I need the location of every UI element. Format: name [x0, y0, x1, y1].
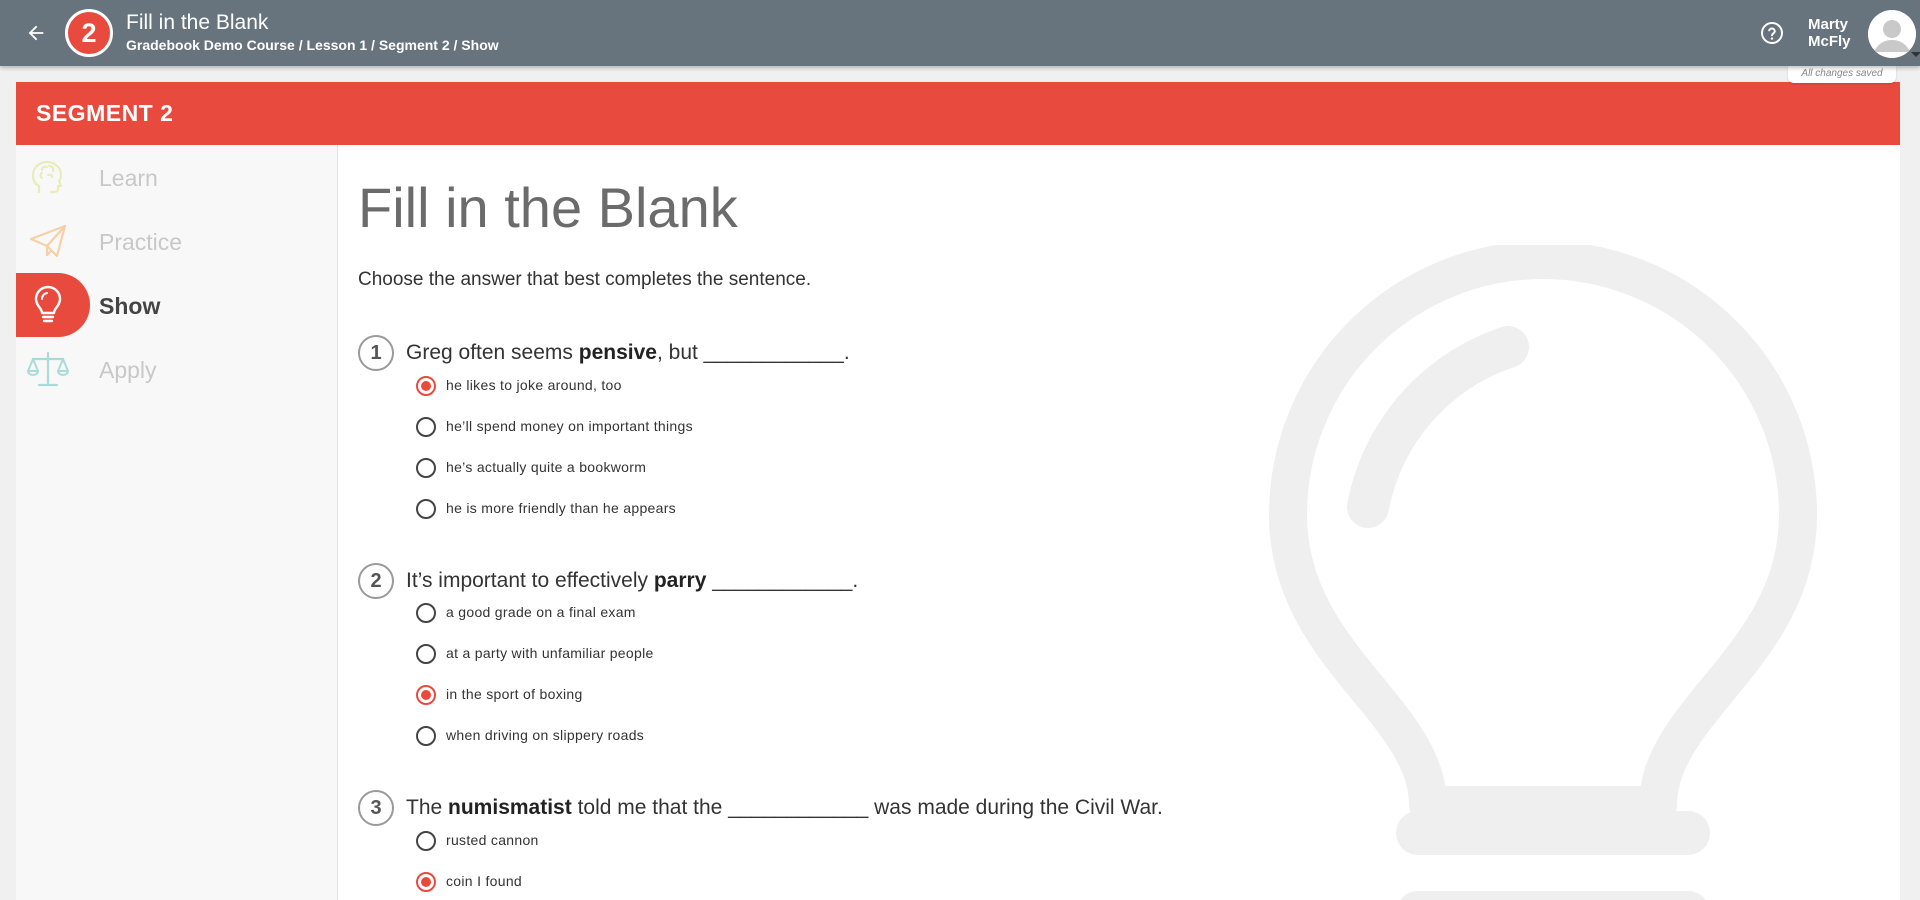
- instructions: Choose the answer that best completes th…: [358, 269, 812, 290]
- user-name[interactable]: Marty McFly: [1808, 16, 1851, 50]
- sidebar-item-show[interactable]: Show: [16, 273, 338, 337]
- page-title: Fill in the Blank: [358, 176, 738, 239]
- answer-label: coin I found: [446, 873, 522, 889]
- scales-icon: [26, 347, 70, 391]
- question-text-before: The: [406, 796, 449, 819]
- back-arrow-icon[interactable]: [22, 19, 50, 47]
- answer-label: rusted cannon: [446, 832, 539, 848]
- radio-button[interactable]: [416, 499, 436, 519]
- sidebar-item-practice[interactable]: Practice: [16, 209, 338, 273]
- sidebar-item-label: Practice: [99, 229, 183, 255]
- save-status: All changes saved: [1788, 66, 1896, 83]
- question-number: 1: [358, 335, 394, 371]
- main-content: Fill in the Blank Choose the answer that…: [338, 145, 1900, 900]
- question-text: Greg often seems pensive, but __________…: [406, 341, 850, 365]
- answer-label: he’ll spend money on important things: [446, 418, 693, 434]
- answer-label: when driving on slippery roads: [446, 727, 645, 743]
- radio-button-selected[interactable]: [416, 685, 436, 705]
- help-icon[interactable]: [1760, 21, 1784, 45]
- user-menu-caret-icon[interactable]: [1911, 52, 1920, 57]
- paper-plane-icon: [26, 219, 70, 263]
- avatar[interactable]: [1868, 10, 1916, 58]
- radio-button[interactable]: [416, 644, 436, 664]
- sidebar-item-label: Apply: [99, 357, 157, 383]
- question-keyword: parry: [653, 569, 707, 592]
- answer-label: he is more friendly than he appears: [446, 500, 676, 516]
- question-text-after: ____________.: [706, 569, 859, 592]
- radio-button[interactable]: [416, 458, 436, 478]
- answer-label: he likes to joke around, too: [446, 377, 622, 393]
- radio-button-selected[interactable]: [416, 872, 436, 892]
- segment-number-badge: 2: [65, 9, 113, 57]
- answer-label: a good grade on a final exam: [446, 604, 636, 620]
- answer-label: in the sport of boxing: [446, 686, 583, 702]
- question-text-after: told me that the ____________ was made d…: [571, 796, 1163, 819]
- lightbulb-watermark-icon: [1269, 245, 1817, 900]
- question-text-after: , but ____________.: [656, 341, 850, 364]
- brain-icon: [26, 155, 70, 199]
- answer-label: at a party with unfamiliar people: [446, 645, 654, 661]
- radio-button[interactable]: [416, 726, 436, 746]
- activity-title: Fill in the Blank: [126, 11, 269, 34]
- sidebar-item-apply[interactable]: Apply: [16, 337, 338, 401]
- question-number: 2: [358, 563, 394, 599]
- user-last-name: McFly: [1808, 33, 1851, 50]
- lightbulb-icon: [26, 283, 70, 327]
- answer-label: he’s actually quite a bookworm: [446, 459, 647, 475]
- radio-button[interactable]: [416, 603, 436, 623]
- radio-button-selected[interactable]: [416, 376, 436, 396]
- question-number: 3: [358, 790, 394, 826]
- segment-title: SEGMENT 2: [36, 100, 174, 126]
- question-text-before: It’s important to effectively: [406, 569, 654, 592]
- sidebar-item-label: Learn: [99, 165, 158, 191]
- breadcrumb[interactable]: Gradebook Demo Course / Lesson 1 / Segme…: [126, 37, 499, 53]
- segment-header: SEGMENT 2: [16, 82, 1900, 145]
- question-text: The numismatist told me that the _______…: [406, 796, 1163, 820]
- user-first-name: Marty: [1808, 16, 1849, 33]
- sidebar-item-label: Show: [99, 293, 161, 319]
- radio-button[interactable]: [416, 417, 436, 437]
- segment-number: 2: [81, 17, 97, 48]
- top-bar: 2 Fill in the Blank Gradebook Demo Cours…: [0, 0, 1920, 66]
- question-keyword: numismatist: [448, 796, 572, 819]
- radio-button[interactable]: [416, 831, 436, 851]
- question-text-before: Greg often seems: [406, 341, 579, 364]
- question-keyword: pensive: [578, 341, 657, 364]
- sidebar: Learn Practice Show Apply: [16, 145, 338, 900]
- sidebar-item-learn[interactable]: Learn: [16, 145, 338, 209]
- question-text: It’s important to effectively parry ____…: [406, 569, 858, 593]
